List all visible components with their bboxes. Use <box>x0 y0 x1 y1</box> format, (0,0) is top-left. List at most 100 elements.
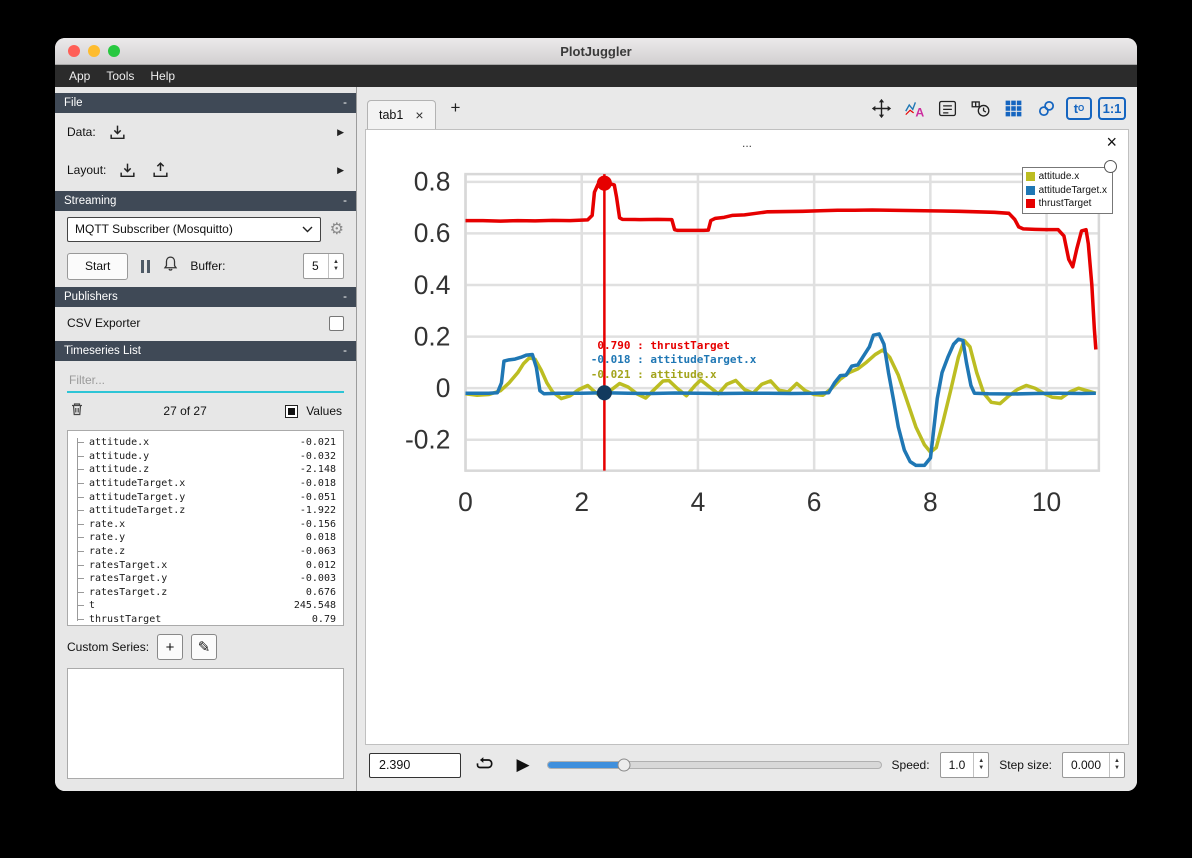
timeseries-row[interactable]: attitude.x -0.021 <box>78 436 336 450</box>
slider-handle[interactable] <box>617 758 631 772</box>
data-expand-arrow[interactable]: ▶ <box>337 127 344 138</box>
section-header-streaming[interactable]: Streaming - <box>55 191 356 211</box>
current-time-field[interactable]: 2.390 <box>369 752 461 778</box>
menu-bar: App Tools Help <box>55 65 1137 87</box>
font-size-button[interactable]: A <box>899 94 929 122</box>
notifications-bell-icon[interactable] <box>162 255 179 277</box>
spin-down-button[interactable]: ▼ <box>978 765 984 772</box>
add-custom-series-button[interactable]: + <box>157 634 184 660</box>
timeseries-row[interactable]: attitudeTarget.y -0.051 <box>78 490 336 504</box>
zoom-window-button[interactable] <box>108 45 120 57</box>
save-layout-button[interactable] <box>149 159 172 182</box>
close-window-button[interactable] <box>68 45 80 57</box>
legend-color-swatch <box>1025 185 1035 195</box>
reset-time-button[interactable]: tO <box>1064 94 1094 122</box>
tab-tab1[interactable]: tab1 × <box>367 100 436 129</box>
plot-close-button[interactable]: × <box>1106 132 1117 153</box>
collapse-icon[interactable]: - <box>343 345 347 357</box>
timeseries-value: -0.018 <box>299 478 336 490</box>
layout-row: Layout: ▶ <box>55 151 356 189</box>
start-streaming-button[interactable]: Start <box>67 252 129 280</box>
timeseries-name: ratesTarget.x <box>89 559 168 571</box>
menu-item-help[interactable]: Help <box>142 69 183 83</box>
timeseries-row[interactable]: attitude.z -2.148 <box>78 463 336 477</box>
timeseries-row[interactable]: ratesTarget.y -0.003 <box>78 572 336 586</box>
legend-item[interactable]: attitudeTarget.x <box>1025 184 1107 198</box>
layout-expand-arrow[interactable]: ▶ <box>337 165 344 176</box>
tracker-value-annotation: 0.790 : thrustTarget -0.018 : attitudeTar… <box>591 339 757 383</box>
timeseries-name: attitude.z <box>89 464 150 476</box>
section-header-file[interactable]: File - <box>55 93 356 113</box>
spin-down-button[interactable]: ▼ <box>1114 765 1120 772</box>
spin-down-button[interactable]: ▼ <box>333 266 339 273</box>
delete-series-button[interactable] <box>69 401 85 422</box>
edit-custom-series-button[interactable]: ✎ <box>191 634 218 660</box>
import-data-icon <box>110 125 125 139</box>
svg-text:2: 2 <box>574 487 589 517</box>
load-data-button[interactable] <box>106 121 129 144</box>
section-header-timeseries[interactable]: Timeseries List - <box>55 341 356 361</box>
timeseries-row[interactable]: rate.y 0.018 <box>78 531 336 545</box>
streaming-controls-row: Start Buffer: 5 ▲ ▼ <box>55 247 356 285</box>
add-tab-button[interactable]: + <box>442 98 470 118</box>
svg-text:-0.2: -0.2 <box>405 425 450 455</box>
spin-up-button[interactable]: ▲ <box>333 259 339 266</box>
link-xaxis-button[interactable] <box>1031 94 1061 122</box>
timeseries-row[interactable]: attitude.y -0.032 <box>78 450 336 464</box>
fullscreen-button[interactable] <box>866 94 896 122</box>
step-size-field[interactable]: 0.000 <box>1063 753 1109 777</box>
buffer-value-field[interactable]: 5 <box>304 254 328 278</box>
step-size-label: Step size: <box>999 758 1052 772</box>
timeseries-row[interactable]: attitudeTarget.z -1.922 <box>78 504 336 518</box>
legend-item[interactable]: attitude.x <box>1025 170 1107 184</box>
loop-icon <box>476 757 493 769</box>
menu-item-app[interactable]: App <box>61 69 98 83</box>
sidebar: File - Data: ▶ Layout: ▶ Streaming - MQT… <box>55 87 357 791</box>
collapse-icon[interactable]: - <box>343 291 347 303</box>
timeseries-row[interactable]: t 245.548 <box>78 599 336 613</box>
annotation-line: 0.790 : thrustTarget <box>590 338 730 352</box>
section-title-publishers: Publishers <box>64 291 118 303</box>
timeseries-row[interactable]: ratesTarget.x 0.012 <box>78 558 336 572</box>
four-arrows-icon <box>871 98 891 118</box>
window-content: File - Data: ▶ Layout: ▶ Streaming - MQT… <box>55 87 1137 791</box>
collapse-icon[interactable]: - <box>343 97 347 109</box>
timeseries-list[interactable]: attitude.x -0.021 attitude.y -0.032 attitude… <box>67 430 344 626</box>
section-header-publishers[interactable]: Publishers - <box>55 287 356 307</box>
legend-button[interactable] <box>932 94 962 122</box>
timeseries-name: rate.y <box>89 532 126 544</box>
timeseries-row[interactable]: ratesTarget.z 0.676 <box>78 586 336 600</box>
load-layout-button[interactable] <box>116 159 139 182</box>
pause-icon[interactable] <box>139 259 151 273</box>
legend-item[interactable]: thrustTarget <box>1025 197 1107 211</box>
values-checkbox[interactable] <box>285 404 299 418</box>
streaming-settings-gear-icon[interactable]: ⚙ <box>330 219 344 239</box>
collapse-icon[interactable]: - <box>343 195 347 207</box>
timeseries-row[interactable]: thrustTarget 0.79 <box>78 613 336 625</box>
speed-value-field[interactable]: 1.0 <box>941 753 974 777</box>
tab-close-icon[interactable]: × <box>415 107 423 123</box>
layout-grid-button[interactable] <box>998 94 1028 122</box>
datetime-button[interactable] <box>965 94 995 122</box>
timeseries-value: 0.018 <box>305 532 336 544</box>
loop-button[interactable] <box>471 751 499 779</box>
spin-up-button[interactable]: ▲ <box>978 758 984 765</box>
main-area: tab1 × + A t O 1:1 ... × attitude.x atti… <box>357 87 1137 791</box>
minimize-window-button[interactable] <box>88 45 100 57</box>
legend-label: attitudeTarget.x <box>1038 184 1107 196</box>
timeseries-row[interactable]: attitudeTarget.x -0.018 <box>78 477 336 491</box>
play-button[interactable]: ▶ <box>509 751 537 779</box>
legend[interactable]: attitude.x attitudeTarget.x thrustTarget <box>1021 167 1113 214</box>
streaming-source-select[interactable]: MQTT Subscriber (Mosquitto) <box>67 216 321 242</box>
filter-input[interactable] <box>67 369 344 393</box>
playback-slider[interactable] <box>547 758 882 772</box>
timeseries-row[interactable]: rate.x -0.156 <box>78 518 336 532</box>
legend-toggle-button[interactable] <box>1104 160 1117 173</box>
zoom-1-1-button[interactable]: 1:1 <box>1097 94 1127 122</box>
data-label: Data: <box>67 125 96 139</box>
spin-up-button[interactable]: ▲ <box>1114 758 1120 765</box>
svg-text:8: 8 <box>923 487 938 517</box>
menu-item-tools[interactable]: Tools <box>98 69 142 83</box>
csv-exporter-checkbox[interactable] <box>329 315 344 331</box>
timeseries-row[interactable]: rate.z -0.063 <box>78 545 336 559</box>
